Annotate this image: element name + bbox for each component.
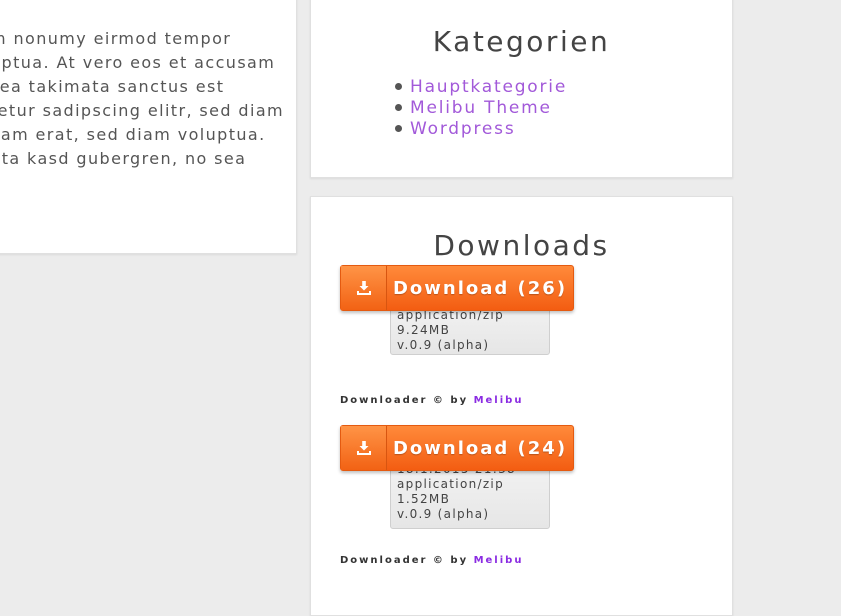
download-icon [341,266,387,310]
download-button-label: Download (24) [392,437,568,459]
category-link-wordpress[interactable]: Wordpress [410,119,515,139]
categories-list: Hauptkategorie Melibu Theme Wordpress [395,76,567,139]
downloads-widget: Downloads application/zip 9.24MB v.0.9 (… [310,196,733,616]
credit-link[interactable]: Melibu [474,555,524,566]
credit-link[interactable]: Melibu [474,395,524,406]
bullet-icon [395,125,402,132]
text-line: yam erat, sed diam voluptua. [0,125,266,144]
info-version: v.0.9 (alpha) [397,507,490,521]
category-item: Hauptkategorie [395,76,567,97]
info-size: 9.24MB [397,323,451,337]
download-button[interactable]: Download (26) [340,265,574,311]
category-item: Melibu Theme [395,97,567,118]
article-text: m nonumy eirmod tempor uptua. At vero eo… [0,27,285,171]
categories-widget: Kategorien Hauptkategorie Melibu Theme W… [310,0,733,178]
text-line: tetur sadipscing elitr, sed diam [0,101,285,120]
credit-text: Downloader © by [340,555,469,566]
download-icon [341,426,387,470]
info-mime: application/zip [397,477,504,491]
category-link-melibu-theme[interactable]: Melibu Theme [410,98,552,118]
credit-text: Downloader © by [340,395,469,406]
content-panel: m nonumy eirmod tempor uptua. At vero eo… [0,0,297,254]
category-item: Wordpress [395,118,567,139]
text-line: m nonumy eirmod tempor [0,29,232,48]
downloader-credit: Downloader © by Melibu [340,555,523,566]
text-line: lita kasd gubergren, no sea [0,149,247,168]
downloader-credit: Downloader © by Melibu [340,395,523,406]
bullet-icon [395,83,402,90]
category-link-hauptkategorie[interactable]: Hauptkategorie [410,77,567,97]
text-line: uptua. At vero eos et accusam [0,53,276,72]
info-size: 1.52MB [397,492,451,506]
downloads-title: Downloads [433,229,610,262]
download-button-label: Download (26) [392,277,568,299]
bullet-icon [395,104,402,111]
text-line: sea takimata sanctus est [0,77,225,96]
categories-title: Kategorien [432,25,611,58]
download-button[interactable]: Download (24) [340,425,574,471]
info-version: v.0.9 (alpha) [397,338,490,352]
